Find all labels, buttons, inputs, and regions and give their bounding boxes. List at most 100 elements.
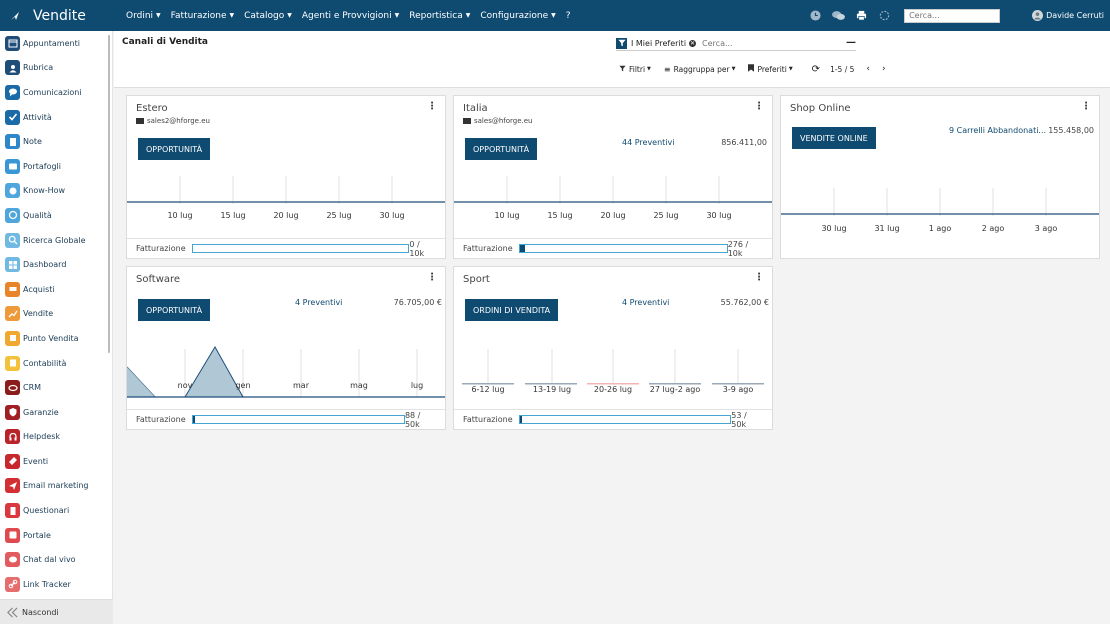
caret-down-icon: ▼	[731, 66, 736, 72]
card-software: Software ⋮ OPPORTUNITÀ 4 Preventivi 76.7…	[126, 266, 446, 430]
sidebar-item-acquisti[interactable]: Acquisti	[0, 277, 112, 302]
filters-button[interactable]: Filtri ▼	[619, 65, 651, 74]
menu-fatturazione[interactable]: Fatturazione ▼	[171, 11, 234, 21]
pager-previous-icon[interactable]: ‹	[866, 64, 870, 74]
menu-reportistica[interactable]: Reportistica ▼	[409, 11, 470, 21]
progress-fill	[192, 416, 195, 423]
sidebar-item-email-marketing[interactable]: Email marketing	[0, 474, 112, 499]
sidebar-item-dashboard[interactable]: Dashboard	[0, 252, 112, 277]
menu-agenti[interactable]: Agenti e Provvigioni ▼	[302, 11, 399, 21]
remove-facet-icon[interactable]: ✕	[689, 39, 697, 47]
menu-label: Configurazione	[480, 10, 549, 21]
sidebar-item-label: Comunicazioni	[23, 87, 82, 97]
check-icon	[5, 109, 20, 125]
app-brand[interactable]: Vendite	[0, 8, 120, 24]
chat-bubbles-icon[interactable]	[831, 9, 845, 23]
apps-menu-icon[interactable]	[9, 10, 21, 22]
sidebar-item-note[interactable]: Note	[0, 129, 112, 154]
apps-sidebar: Appuntamenti Rubrica Comunicazioni Attività…	[0, 31, 113, 624]
group-by-button[interactable]: ≡ Raggruppa per ▼	[664, 65, 736, 74]
paper-plane-icon	[5, 478, 20, 494]
kebab-menu-icon[interactable]: ⋮	[1081, 102, 1091, 112]
sidebar-item-comunicazioni[interactable]: Comunicazioni	[0, 80, 112, 105]
menu-catalogo[interactable]: Catalogo ▼	[244, 11, 292, 21]
progress-fill	[519, 245, 526, 252]
sales-orders-button[interactable]: ORDINI DI VENDITA	[465, 299, 559, 321]
card-title: Italia	[463, 103, 488, 114]
kebab-menu-icon[interactable]: ⋮	[754, 102, 764, 112]
sidebar-item-label: Appuntamenti	[23, 38, 80, 48]
sidebar-item-chat-dal-vivo[interactable]: Chat dal vivo	[0, 547, 112, 572]
global-search-input[interactable]	[904, 8, 1001, 23]
x-tick-label: 20 lug	[273, 211, 298, 220]
menu-ordini[interactable]: Ordini ▼	[126, 11, 161, 21]
sidebar-item-questionari[interactable]: Questionari	[0, 498, 112, 523]
sidebar-item-know-how[interactable]: Know-How	[0, 179, 112, 204]
help-menu[interactable]: ?	[566, 11, 571, 21]
sidebar-item-portafogli[interactable]: Portafogli	[0, 154, 112, 179]
sidebar-item-vendite[interactable]: Vendite	[0, 302, 112, 327]
italia-graph: 10 lug 15 lug 20 lug 25 lug 30 lug	[454, 176, 772, 220]
x-tick-label: 10 lug	[167, 211, 192, 220]
sidebar-item-ricerca-globale[interactable]: Ricerca Globale	[0, 228, 112, 253]
invoicing-progress-bar[interactable]	[191, 415, 405, 424]
brain-icon	[5, 183, 20, 199]
printer-icon[interactable]	[854, 9, 868, 23]
online-sales-button[interactable]: VENDITE ONLINE	[792, 127, 876, 149]
x-tick-label: 30 lug	[706, 211, 731, 220]
kebab-menu-icon[interactable]: ⋮	[427, 102, 437, 112]
sidebar-item-helpdesk[interactable]: Helpdesk	[0, 425, 112, 450]
sidebar-item-link-tracker[interactable]: Link Tracker	[0, 572, 112, 597]
search-icon	[5, 232, 20, 248]
clock-icon[interactable]	[808, 9, 822, 23]
card-title: Sport	[463, 274, 490, 285]
calendar-icon	[5, 35, 20, 51]
sidebar-hide-button[interactable]: Nascondi	[0, 599, 113, 624]
x-tick-label: mar	[293, 381, 310, 390]
area-series-peak	[184, 346, 244, 398]
search-options-toggle[interactable]: —	[846, 37, 856, 48]
card-footer: Fatturazione 0 / 10k	[127, 238, 445, 258]
sidebar-scrollbar[interactable]	[108, 35, 110, 353]
sidebar-item-attivit-[interactable]: Attività	[0, 105, 112, 130]
sidebar-item-eventi[interactable]: Eventi	[0, 449, 112, 474]
card-title: Shop Online	[790, 103, 851, 114]
quotations-link[interactable]: 4 Preventivi	[622, 298, 669, 307]
invoicing-progress-bar[interactable]	[518, 415, 732, 424]
favorites-button[interactable]: Preferiti ▼	[748, 64, 793, 74]
sidebar-item-crm[interactable]: CRM	[0, 375, 112, 400]
invoicing-progress-bar[interactable]	[518, 244, 728, 253]
quotations-amount: 55.762,00 €	[720, 298, 769, 307]
main-menu: Ordini ▼ Fatturazione ▼ Catalogo ▼ Agenti e…	[126, 11, 581, 21]
sidebar-item-label: Dashboard	[23, 260, 67, 270]
menu-configurazione[interactable]: Configurazione ▼	[480, 11, 555, 21]
sidebar-item-garanzie[interactable]: Garanzie	[0, 400, 112, 425]
portal-icon	[5, 527, 20, 543]
progress-value: 276 / 10k	[727, 239, 749, 258]
opportunities-button[interactable]: OPPORTUNITÀ	[138, 138, 211, 160]
sidebar-item-appuntamenti[interactable]: Appuntamenti	[0, 31, 112, 56]
user-menu[interactable]: Davide Cerruti	[1032, 10, 1104, 21]
sidebar-item-label: Eventi	[23, 456, 49, 466]
footer-label: Fatturazione	[136, 415, 186, 424]
x-tick-label: 27 lug-2 ago	[650, 385, 701, 394]
kebab-menu-icon[interactable]: ⋮	[754, 273, 764, 283]
sidebar-item-punto-vendita[interactable]: Punto Vendita	[0, 326, 112, 351]
refresh-icon[interactable]: ⟳	[812, 64, 820, 75]
invoicing-progress-bar[interactable]	[191, 244, 410, 253]
opportunities-button[interactable]: OPPORTUNITÀ	[465, 138, 538, 160]
sidebar-item-contabilit-[interactable]: Contabilità	[0, 351, 112, 376]
search-input[interactable]	[702, 38, 823, 48]
kebab-menu-icon[interactable]: ⋮	[427, 273, 437, 283]
abandoned-carts-link[interactable]: 9 Carrelli Abbandonati...	[949, 126, 1046, 135]
address-book-icon	[5, 60, 20, 76]
sidebar-item-rubrica[interactable]: Rubrica	[0, 56, 112, 81]
pager-next-icon[interactable]: ›	[882, 64, 886, 74]
quotations-link[interactable]: 4 Preventivi	[295, 298, 342, 307]
quotations-link[interactable]: 44 Preventivi	[622, 138, 674, 147]
sidebar-item-portale[interactable]: Portale	[0, 523, 112, 548]
sidebar-item-qualit-[interactable]: Qualità	[0, 203, 112, 228]
spinner-icon[interactable]	[877, 9, 891, 23]
pager-value[interactable]: 1-5 / 5	[830, 65, 854, 74]
opportunities-button[interactable]: OPPORTUNITÀ	[138, 299, 211, 321]
